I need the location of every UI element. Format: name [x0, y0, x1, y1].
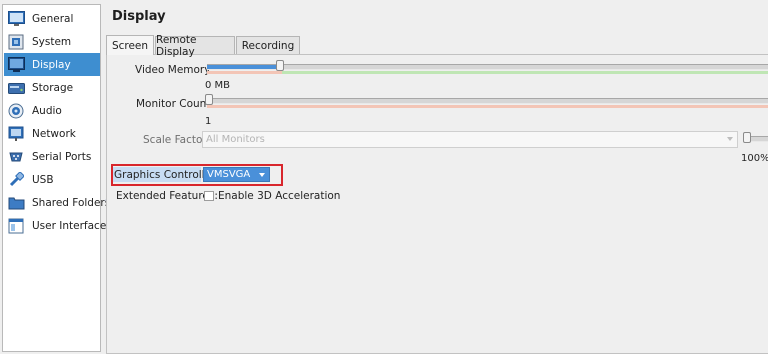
general-icon — [7, 10, 25, 28]
sidebar-item-serial-ports[interactable]: Serial Ports — [4, 145, 100, 168]
video-memory-slider[interactable] — [207, 64, 768, 70]
sidebar-item-user-interface[interactable]: User Interface — [4, 214, 106, 237]
video-memory-label: Video Memory: — [135, 64, 214, 76]
network-icon — [7, 125, 25, 143]
video-memory-warning-zone — [207, 71, 282, 74]
shared-folders-icon — [7, 194, 25, 212]
monitor-count-slider-handle[interactable] — [205, 94, 213, 105]
serial-ports-icon — [7, 148, 25, 166]
sidebar-item-label: Serial Ports — [32, 150, 92, 163]
enable-3d-acceleration-checkbox[interactable] — [204, 191, 214, 201]
sidebar-item-storage[interactable]: Storage — [4, 76, 100, 99]
sidebar-item-label: System — [32, 35, 72, 48]
scale-factor-monitor-select[interactable]: All Monitors — [202, 131, 738, 148]
page-title: Display — [112, 9, 166, 24]
tab-label: Remote Display — [156, 33, 197, 58]
system-icon — [7, 33, 25, 51]
tab-label: Screen — [111, 39, 149, 52]
chevron-down-icon — [727, 137, 733, 141]
sidebar-item-label: Storage — [32, 81, 74, 94]
scale-factor-monitor-value: All Monitors — [206, 134, 265, 145]
sidebar-item-display[interactable]: Display — [4, 53, 100, 76]
scale-factor-label: Scale Factor: — [143, 134, 211, 146]
annotation-highlight-box — [111, 164, 283, 186]
display-icon — [7, 56, 25, 74]
settings-sidebar: General System Display Storage Audio Net… — [2, 4, 110, 352]
sidebar-item-label: Shared Folders — [32, 196, 111, 209]
extended-features-label: Extended Features: — [116, 190, 218, 202]
tab-screen[interactable]: Screen — [106, 35, 154, 55]
sidebar-item-network[interactable]: Network — [4, 122, 100, 145]
tab-recording[interactable]: Recording — [236, 36, 300, 54]
sidebar-item-label: Audio — [32, 104, 62, 117]
tab-remote-display[interactable]: Remote Display — [155, 34, 235, 58]
sidebar-item-label: Display — [32, 58, 71, 71]
storage-icon — [7, 79, 25, 97]
video-memory-ok-zone — [282, 71, 768, 74]
video-memory-min-label: 0 MB — [205, 80, 231, 91]
monitor-count-warning-zone — [207, 105, 768, 108]
scale-factor-slider-handle[interactable] — [743, 132, 751, 143]
enable-3d-acceleration-label[interactable]: Enable 3D Acceleration — [218, 190, 340, 202]
monitor-count-slider[interactable] — [207, 98, 768, 104]
sidebar-item-general[interactable]: General — [4, 7, 100, 30]
user-interface-icon — [7, 217, 25, 235]
sidebar-item-label: USB — [32, 173, 54, 186]
sidebar-item-usb[interactable]: USB — [4, 168, 100, 191]
sidebar-item-shared-folders[interactable]: Shared Folders — [4, 191, 110, 214]
usb-icon — [7, 171, 25, 189]
audio-icon — [7, 102, 25, 120]
tab-label: Recording — [241, 39, 295, 52]
video-memory-fill — [207, 65, 280, 69]
sidebar-item-label: User Interface — [32, 219, 107, 232]
sidebar-item-label: General — [32, 12, 74, 25]
video-memory-slider-handle[interactable] — [276, 60, 284, 71]
sidebar-item-audio[interactable]: Audio — [4, 99, 100, 122]
scale-factor-value: 100% — [741, 153, 768, 164]
sidebar-item-system[interactable]: System — [4, 30, 100, 53]
monitor-count-min-label: 1 — [205, 116, 212, 127]
monitor-count-label: Monitor Count: — [136, 98, 214, 110]
sidebar-item-label: Network — [32, 127, 76, 140]
